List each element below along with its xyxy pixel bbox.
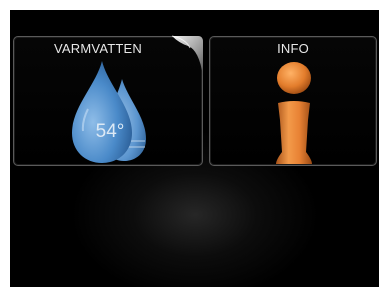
info-tile[interactable]: INFO [209,36,377,166]
info-title: INFO [277,41,309,56]
page-curl-icon [171,35,203,76]
info-icon [276,62,312,164]
varmvatten-title: VARMVATTEN [54,41,142,56]
display-screen: VARMVATTEN 54° INFO [10,10,379,287]
water-drop-icon [72,61,146,163]
varmvatten-tile[interactable]: VARMVATTEN 54° [13,35,203,166]
hot-water-temperature: 54° [95,121,125,142]
